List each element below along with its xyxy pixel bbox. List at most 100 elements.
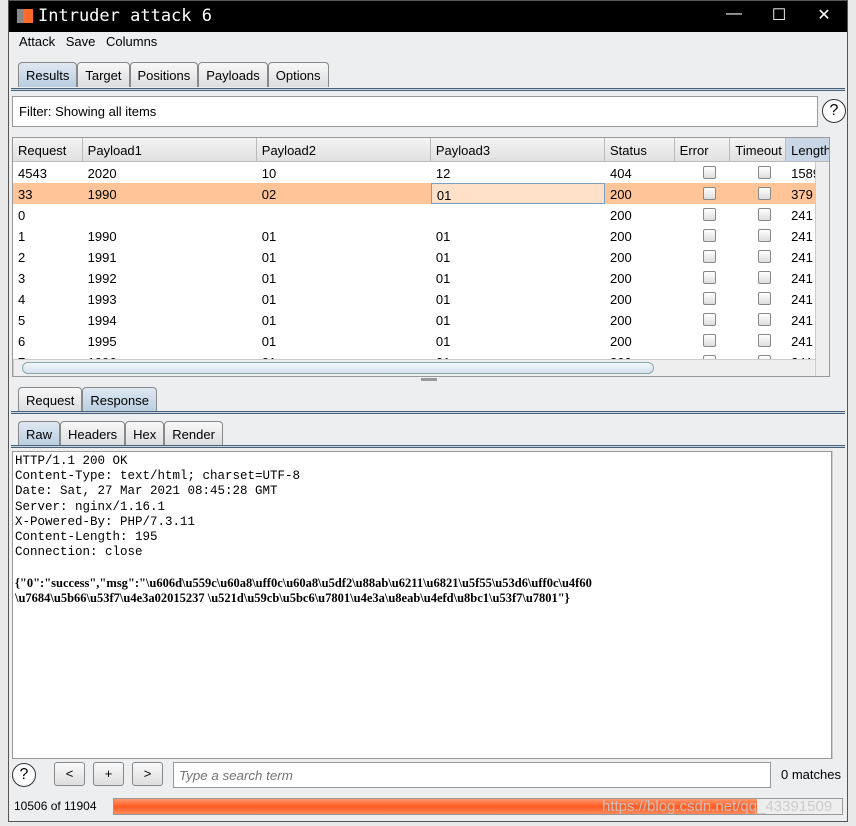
- error-checkbox[interactable]: [675, 183, 731, 204]
- timeout-checkbox[interactable]: [730, 204, 786, 225]
- minimize-button[interactable]: —: [719, 5, 749, 23]
- tab-request[interactable]: Request: [18, 387, 83, 412]
- divider: [11, 411, 845, 414]
- error-checkbox[interactable]: [675, 162, 731, 183]
- table-row[interactable]: 33 1990 02 01 200 379: [13, 183, 829, 204]
- tab-results[interactable]: Results: [18, 62, 78, 87]
- error-checkbox[interactable]: [675, 225, 731, 246]
- table-cell: 404: [610, 166, 632, 181]
- response-header-line: Content-Type: text/html; charset=UTF-8: [15, 469, 301, 484]
- table-cell: 1992: [87, 271, 117, 286]
- error-checkbox[interactable]: [675, 204, 731, 225]
- tab-raw[interactable]: Raw: [18, 421, 61, 446]
- table-vertical-scrollbar[interactable]: [815, 162, 829, 376]
- timeout-checkbox[interactable]: [730, 309, 786, 330]
- match-count: 0 matches: [781, 767, 841, 782]
- table-cell: 5: [18, 313, 26, 328]
- table-row[interactable]: 1 1990 01 01 200 241: [13, 225, 829, 246]
- timeout-checkbox[interactable]: [730, 288, 786, 309]
- next-match-button[interactable]: >: [132, 762, 163, 786]
- timeout-checkbox[interactable]: [730, 330, 786, 351]
- response-body-line: {"0":"success","msg":"\u606d\u559c\u60a8…: [15, 575, 592, 590]
- main-tabs: Results Target Positions Payloads Option…: [18, 62, 329, 87]
- tab-headers[interactable]: Headers: [60, 421, 126, 446]
- table-cell: [431, 204, 605, 225]
- table-cell: 3: [18, 271, 26, 286]
- table-row[interactable]: 4 1993 01 01 200 241: [13, 288, 829, 309]
- tab-target[interactable]: Target: [77, 62, 130, 87]
- progress-text: 10506 of 11904: [14, 799, 97, 813]
- title-bar: Intruder attack 6 — ☐ ✕: [9, 1, 847, 32]
- response-raw-text[interactable]: HTTP/1.1 200 OK Content-Type: text/html; …: [12, 451, 832, 759]
- table-header: Request Payload1 Payload2 Payload3 Status Err…: [13, 138, 829, 162]
- tab-render[interactable]: Render: [164, 421, 223, 446]
- error-checkbox[interactable]: [675, 288, 731, 309]
- table-cell: 02: [261, 187, 277, 202]
- error-checkbox[interactable]: [675, 246, 731, 267]
- split-handle[interactable]: [421, 378, 437, 381]
- table-cell: 1: [18, 229, 26, 244]
- table-cell: 01: [430, 183, 605, 204]
- table-cell: 2: [18, 250, 26, 265]
- filter-bar[interactable]: Filter: Showing all items: [12, 96, 818, 127]
- table-cell: 1991: [87, 250, 117, 265]
- error-checkbox[interactable]: [675, 330, 731, 351]
- column-header-error[interactable]: Error: [675, 138, 731, 161]
- menu-save[interactable]: Save: [66, 34, 96, 49]
- table-row[interactable]: 4543 2020 10 12 404 15891: [13, 162, 829, 183]
- table-row[interactable]: 3 1992 01 01 200 241: [13, 267, 829, 288]
- menu-bar: Attack Save Columns: [19, 34, 164, 49]
- column-header-length[interactable]: Length: [786, 138, 829, 161]
- column-header-timeout[interactable]: Timeout: [730, 138, 787, 161]
- table-horizontal-scrollbar[interactable]: [13, 359, 815, 376]
- error-checkbox[interactable]: [675, 309, 731, 330]
- table-cell: 33: [18, 187, 33, 202]
- help-icon[interactable]: ?: [12, 763, 36, 787]
- tab-positions[interactable]: Positions: [129, 62, 199, 87]
- table-cell: 01: [261, 229, 277, 244]
- table-cell: 12: [435, 166, 451, 181]
- search-input[interactable]: [173, 762, 771, 788]
- timeout-checkbox[interactable]: [730, 183, 786, 204]
- column-header-payload3[interactable]: Payload3: [431, 138, 605, 161]
- column-header-status[interactable]: Status: [605, 138, 675, 161]
- table-cell: 200: [610, 187, 632, 202]
- table-row[interactable]: 2 1991 01 01 200 241: [13, 246, 829, 267]
- intruder-window: Intruder attack 6 — ☐ ✕ Attack Save Colu…: [8, 0, 848, 822]
- timeout-checkbox[interactable]: [730, 162, 786, 183]
- column-header-payload2[interactable]: Payload2: [257, 138, 431, 161]
- watermark: https://blog.csdn.net/qq_43391509: [602, 798, 833, 815]
- menu-columns[interactable]: Columns: [106, 34, 157, 49]
- prev-match-button[interactable]: <: [54, 762, 85, 786]
- menu-attack[interactable]: Attack: [19, 34, 55, 49]
- column-header-request[interactable]: Request: [13, 138, 83, 161]
- view-tabs: Raw Headers Hex Render: [18, 421, 223, 446]
- timeout-checkbox[interactable]: [730, 267, 786, 288]
- timeout-checkbox[interactable]: [730, 225, 786, 246]
- help-icon[interactable]: ?: [822, 99, 846, 123]
- table-cell: 4543: [18, 166, 47, 181]
- table-cell: 200: [610, 208, 632, 223]
- table-row[interactable]: 5 1994 01 01 200 241: [13, 309, 829, 330]
- close-button[interactable]: ✕: [809, 5, 839, 25]
- error-checkbox[interactable]: [675, 267, 731, 288]
- add-button[interactable]: +: [93, 762, 124, 786]
- table-row[interactable]: 6 1995 01 01 200 241: [13, 330, 829, 351]
- table-cell: 01: [435, 229, 451, 244]
- table-cell: 01: [435, 292, 451, 307]
- table-cell: 200: [610, 250, 632, 265]
- table-cell: 1990: [87, 229, 117, 244]
- tab-payloads[interactable]: Payloads: [198, 62, 268, 87]
- table-row[interactable]: 0 200 241: [13, 204, 829, 225]
- response-header-line: Content-Length: 195: [15, 530, 158, 545]
- column-header-payload1[interactable]: Payload1: [83, 138, 257, 161]
- tab-options[interactable]: Options: [267, 62, 329, 87]
- scroll-thumb[interactable]: [22, 362, 654, 374]
- table-cell: [83, 204, 257, 225]
- maximize-button[interactable]: ☐: [764, 5, 794, 25]
- response-scrollbar[interactable]: [832, 451, 847, 759]
- tab-hex[interactable]: Hex: [125, 421, 165, 446]
- tab-response[interactable]: Response: [82, 387, 157, 412]
- timeout-checkbox[interactable]: [730, 246, 786, 267]
- burp-logo-icon: [17, 9, 33, 23]
